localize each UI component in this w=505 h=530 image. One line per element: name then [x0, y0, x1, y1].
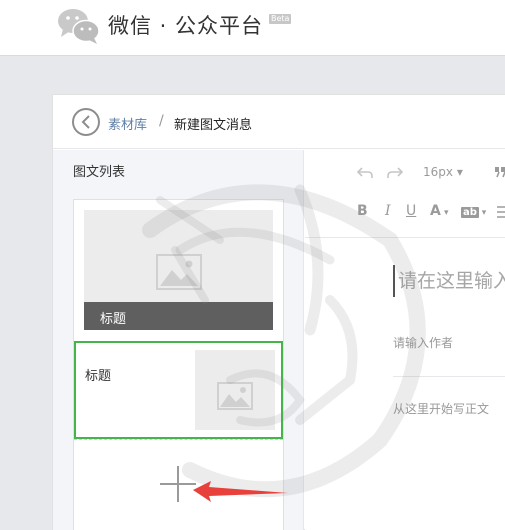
article-list: 标题 标题	[73, 199, 284, 530]
article-item-selected[interactable]: 标题	[74, 341, 283, 439]
breadcrumb-current: 新建图文消息	[174, 118, 253, 133]
undo-icon[interactable]	[357, 167, 373, 179]
body-input[interactable]	[393, 397, 505, 421]
editor-divider	[393, 376, 505, 377]
wechat-logo-icon[interactable]	[56, 6, 102, 46]
align-icon[interactable]	[497, 206, 505, 218]
underline-button[interactable]: U	[406, 203, 416, 219]
font-color-label: A	[430, 203, 441, 219]
editor-toolbar: 16px ▾ B I U A ▾ ab ▾	[305, 150, 505, 238]
back-button[interactable]	[72, 108, 100, 136]
background-color-label: ab	[461, 207, 479, 218]
article-list-panel: 图文列表 标题 标题	[53, 150, 304, 530]
image-placeholder-icon	[156, 254, 202, 290]
redo-icon[interactable]	[387, 167, 403, 179]
brand-title[interactable]: 微信 · 公众平台	[108, 10, 263, 40]
font-size-value: 16px	[423, 165, 453, 179]
main-panel: 素材库 / 新建图文消息 图文列表 标题 标题 16px ▾ B I U A ▾…	[52, 94, 505, 530]
quote-icon[interactable]	[495, 166, 505, 178]
top-bar: 微信 · 公众平台 Beta	[0, 0, 505, 56]
article-item-title: 标题	[85, 369, 112, 384]
font-size-select[interactable]: 16px ▾	[423, 165, 463, 179]
cover-title-bar: 标题	[84, 302, 273, 330]
background-color-button[interactable]: ab ▾	[461, 203, 486, 219]
cover-title: 标题	[100, 312, 127, 327]
beta-badge: Beta	[269, 14, 292, 24]
add-article-button[interactable]	[74, 439, 283, 530]
image-placeholder-icon	[217, 382, 253, 410]
italic-button[interactable]: I	[385, 203, 391, 219]
article-item-thumbnail	[195, 350, 275, 430]
article-list-title: 图文列表	[73, 165, 126, 180]
font-color-button[interactable]: A ▾	[430, 203, 449, 219]
plus-icon	[160, 466, 196, 502]
author-input[interactable]	[393, 331, 505, 355]
chevron-left-icon	[81, 115, 90, 129]
bold-button[interactable]: B	[357, 203, 368, 219]
breadcrumb-separator: /	[159, 113, 164, 129]
breadcrumb: 素材库 / 新建图文消息	[53, 95, 505, 149]
article-item-cover[interactable]: 标题	[84, 210, 273, 330]
breadcrumb-material-library[interactable]: 素材库	[108, 114, 147, 133]
title-input[interactable]	[393, 265, 505, 297]
editor-panel: 16px ▾ B I U A ▾ ab ▾	[305, 150, 505, 530]
